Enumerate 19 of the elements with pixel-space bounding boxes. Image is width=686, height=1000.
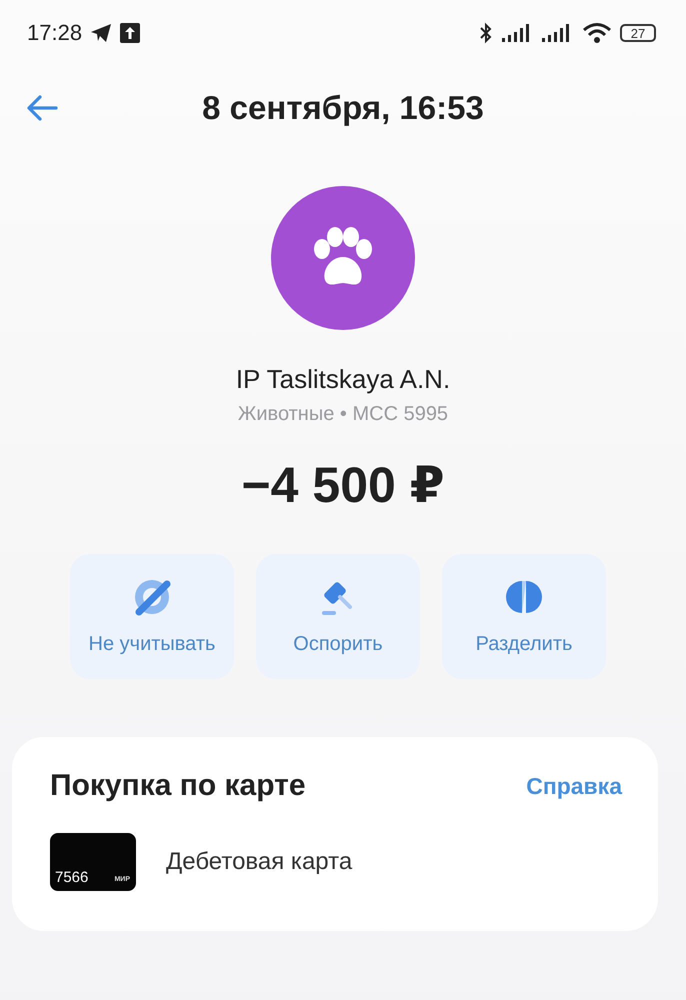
battery-indicator: 27 xyxy=(620,24,656,42)
help-link[interactable]: Справка xyxy=(526,772,622,800)
card-title: Покупка по карте xyxy=(50,769,306,803)
crossed-circle-icon xyxy=(132,577,172,617)
back-arrow-icon xyxy=(26,94,58,122)
action-button[interactable]: Оспорить xyxy=(256,554,420,679)
status-time: 17:28 xyxy=(27,20,82,46)
bluetooth-icon xyxy=(478,22,494,44)
merchant-category: Животные • MCC 5995 xyxy=(236,403,450,426)
paper-plane-icon xyxy=(90,23,112,43)
card-number: 7566 xyxy=(55,869,88,886)
card-name: Дебетовая карта xyxy=(166,848,352,876)
action-button[interactable]: Разделить xyxy=(442,554,606,679)
merchant-name: IP Taslitskaya A.N. xyxy=(234,364,452,395)
page-title: 8 сентября, 16:53 xyxy=(202,89,484,127)
transaction-amount: −4 500 ₽ xyxy=(240,456,446,514)
action-button[interactable]: Не учитывать xyxy=(70,554,234,679)
upload-icon xyxy=(120,23,140,43)
wifi-icon xyxy=(582,22,612,44)
